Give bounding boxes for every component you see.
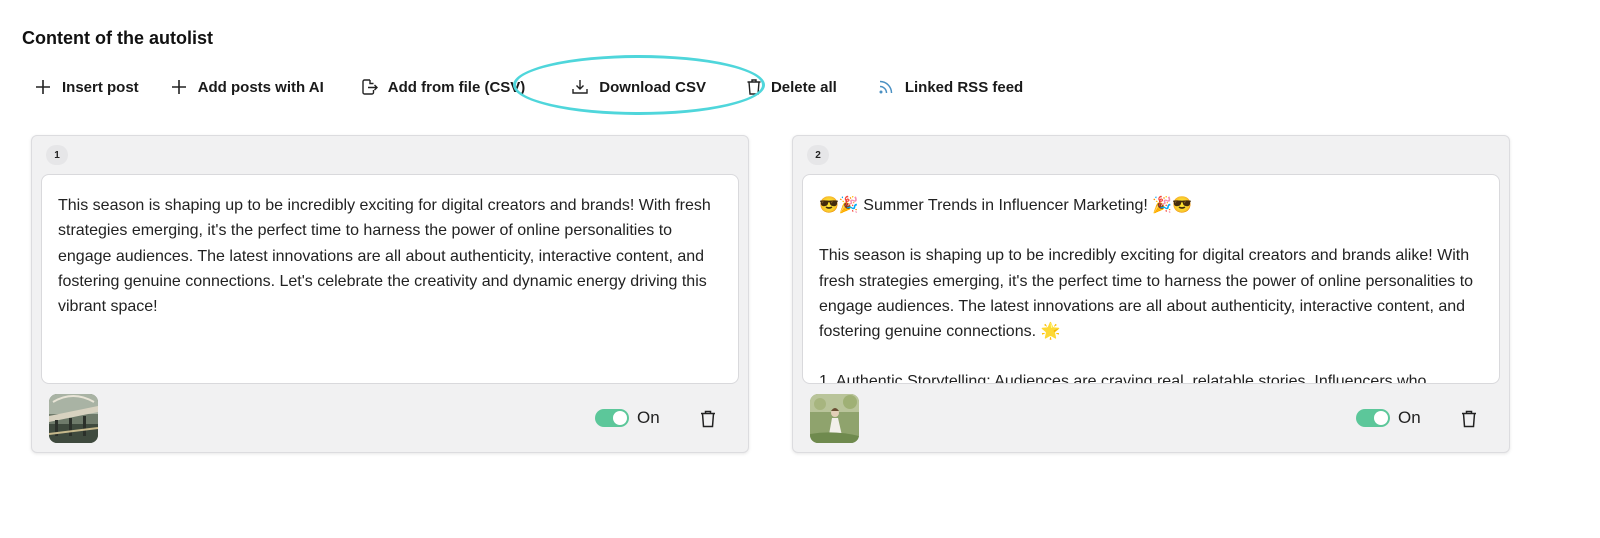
post-text-editor[interactable]: This season is shaping up to be incredib…	[41, 174, 739, 384]
trash-icon	[1462, 410, 1476, 428]
enable-toggle[interactable]	[1356, 409, 1390, 427]
toolbar: Insert post Add posts with AI Add from f…	[34, 72, 1023, 102]
status-toggle-group: On	[1356, 408, 1421, 428]
linked-rss-feed-button[interactable]: Linked RSS feed	[877, 72, 1023, 102]
post-image-thumbnail[interactable]	[810, 394, 859, 443]
insert-post-label: Insert post	[62, 78, 139, 96]
plus-icon	[34, 78, 52, 96]
toggle-status-label: On	[1398, 408, 1421, 427]
post-paragraph: 😎🎉 Summer Trends in Influencer Marketing…	[819, 197, 1193, 214]
enable-toggle[interactable]	[595, 409, 629, 427]
plus-icon	[170, 78, 188, 96]
post-card: 2 😎🎉 Summer Trends in Influencer Marketi…	[792, 135, 1510, 453]
post-paragraph: This season is shaping up to be incredib…	[58, 197, 711, 316]
add-from-file-label: Add from file (CSV)	[387, 78, 526, 96]
trash-icon	[701, 410, 715, 428]
section-title: Content of the autolist	[22, 28, 213, 48]
rss-icon	[877, 78, 895, 96]
delete-post-button[interactable]	[1459, 408, 1479, 430]
post-index-badge: 2	[807, 145, 829, 165]
add-from-file-button[interactable]: Add from file (CSV)	[360, 72, 526, 102]
add-posts-ai-label: Add posts with AI	[197, 78, 324, 96]
post-text-editor[interactable]: 😎🎉 Summer Trends in Influencer Marketing…	[802, 174, 1500, 384]
download-csv-button[interactable]: Download CSV	[571, 72, 706, 102]
insert-post-button[interactable]: Insert post	[34, 72, 139, 102]
post-paragraph: 1. Authentic Storytelling: Audiences are…	[819, 373, 1427, 384]
post-image-thumbnail[interactable]	[49, 394, 98, 443]
post-card: 1 This season is shaping up to be incred…	[31, 135, 749, 453]
download-icon	[571, 78, 589, 96]
trash-icon	[745, 78, 763, 96]
status-toggle-group: On	[595, 408, 660, 428]
download-csv-label: Download CSV	[599, 78, 706, 96]
delete-all-button[interactable]: Delete all	[745, 72, 837, 102]
post-paragraph: This season is shaping up to be incredib…	[819, 247, 1474, 341]
delete-all-label: Delete all	[770, 78, 837, 96]
delete-post-button[interactable]	[698, 408, 718, 430]
toggle-status-label: On	[637, 408, 660, 427]
add-posts-ai-button[interactable]: Add posts with AI	[170, 72, 324, 102]
post-index-badge: 1	[46, 145, 68, 165]
file-import-icon	[360, 78, 378, 96]
linked-rss-feed-label: Linked RSS feed	[904, 78, 1024, 96]
autolist-page: Content of the autolist Insert post Add …	[0, 0, 1600, 538]
